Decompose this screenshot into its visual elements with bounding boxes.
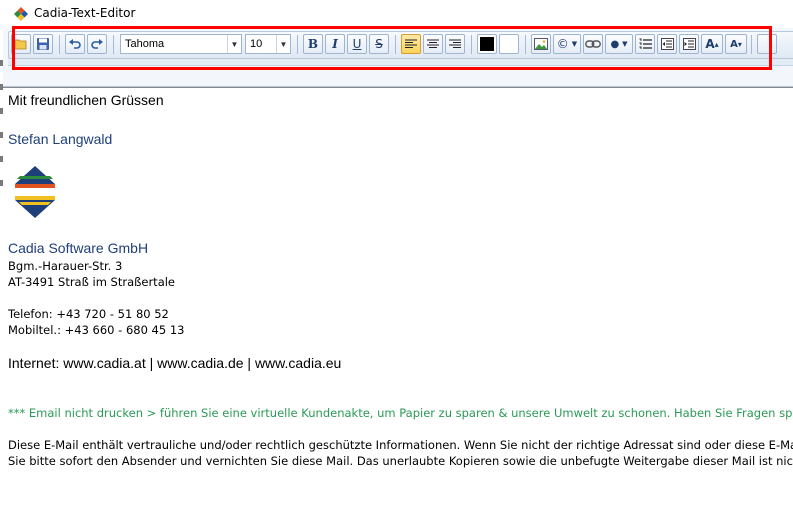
- toolbar-separator: [751, 35, 752, 54]
- font-grow-button[interactable]: A ▴: [701, 34, 723, 54]
- decrease-indent-button[interactable]: [657, 34, 677, 54]
- increase-indent-button[interactable]: [679, 34, 699, 54]
- strikethrough-button[interactable]: S: [369, 34, 389, 54]
- address-city: AT-3491 Straß im Straßertale: [8, 275, 176, 289]
- font-name-select[interactable]: Tahoma ▼: [120, 34, 242, 54]
- internet-line: Internet: www.cadia.at | www.cadia.de | …: [8, 355, 342, 371]
- title-bar[interactable]: Cadia-Text-Editor: [0, 0, 793, 28]
- floppy-disk-icon: [37, 38, 49, 50]
- font-shrink-button[interactable]: A ▾: [725, 34, 747, 54]
- undo-icon: [69, 39, 81, 49]
- chevron-down-icon: ▼: [571, 40, 578, 48]
- align-center-button[interactable]: [423, 34, 443, 54]
- small-dot-icon: ▴: [714, 39, 719, 49]
- insert-image-button[interactable]: [531, 34, 551, 54]
- text-color-swatch: [480, 37, 494, 51]
- toolbar-separator: [471, 35, 472, 54]
- toolbar-separator: [297, 35, 298, 54]
- toolbar-separator: [113, 35, 114, 54]
- copyright-icon: ©: [556, 37, 569, 51]
- font-size-value: 10: [250, 38, 263, 50]
- indent-icon: [682, 38, 696, 50]
- insert-link-button[interactable]: [583, 34, 603, 54]
- numbered-list-icon: [639, 38, 652, 49]
- phone-line: Telefon: +43 720 - 51 80 52: [8, 307, 169, 321]
- disclaimer-line-1: Diese E-Mail enthält vertrauliche und/od…: [8, 438, 793, 452]
- toolbar-separator: [525, 35, 526, 54]
- secondary-toolbar: [8, 59, 793, 66]
- font-size-select[interactable]: 10 ▼: [245, 34, 291, 54]
- signature-name: Stefan Langwald: [8, 131, 113, 147]
- outdent-icon: [660, 38, 674, 50]
- link-icon: [585, 40, 601, 48]
- italic-button[interactable]: I: [325, 34, 345, 54]
- bullet-style-button[interactable]: ● ▼: [605, 34, 633, 54]
- image-icon: [534, 38, 548, 50]
- bullet-icon: ●: [610, 38, 620, 50]
- company-name: Cadia Software GmbH: [8, 240, 149, 256]
- disclaimer-line-2: Sie bitte sofort den Absender und vernic…: [8, 454, 793, 468]
- undo-button[interactable]: [65, 34, 85, 54]
- open-button[interactable]: [11, 34, 31, 54]
- underline-button[interactable]: U: [347, 34, 367, 54]
- chevron-down-icon[interactable]: ▼: [227, 35, 241, 53]
- app-icon: [14, 7, 28, 21]
- address-street: Bgm.-Harauer-Str. 3: [8, 259, 123, 273]
- toolbar-area: Tahoma ▼ 10 ▼ B I U S © ▼ ● ▼ A ▴ A ▾: [3, 28, 793, 87]
- company-logo: [15, 166, 55, 218]
- toolbar-separator: [395, 35, 396, 54]
- font-grow-icon: A: [705, 37, 715, 51]
- font-name-value: Tahoma: [125, 38, 165, 50]
- align-left-button[interactable]: [401, 34, 421, 54]
- align-right-icon: [449, 39, 461, 48]
- highlight-color-swatch: [502, 37, 516, 51]
- font-shrink-icon: A: [730, 38, 738, 50]
- save-button[interactable]: [33, 34, 53, 54]
- window-title: Cadia-Text-Editor: [34, 6, 136, 20]
- folder-open-icon: [14, 39, 27, 50]
- text-color-button[interactable]: [477, 34, 497, 54]
- document-editor[interactable]: Mit freundlichen Grüssen Stefan Langwald…: [3, 87, 793, 509]
- overflow-button[interactable]: [757, 34, 777, 54]
- greeting-line: Mit freundlichen Grüssen: [8, 92, 164, 108]
- chevron-down-icon[interactable]: ▼: [276, 35, 290, 53]
- eco-note: *** Email nicht drucken > führen Sie ein…: [8, 406, 793, 420]
- bold-button[interactable]: B: [303, 34, 323, 54]
- redo-button[interactable]: [87, 34, 107, 54]
- chevron-down-icon: ▼: [622, 40, 628, 48]
- insert-symbol-button[interactable]: © ▼: [553, 34, 581, 54]
- small-dot-icon: ▾: [737, 39, 742, 49]
- numbered-list-button[interactable]: [635, 34, 655, 54]
- redo-icon: [91, 39, 103, 49]
- toolbar-separator: [59, 35, 60, 54]
- mobile-line: Mobiltel.: +43 660 - 680 45 13: [8, 323, 185, 337]
- highlight-color-button[interactable]: [499, 34, 519, 54]
- align-left-icon: [405, 39, 417, 48]
- align-center-icon: [427, 39, 439, 48]
- align-right-button[interactable]: [445, 34, 465, 54]
- formatting-toolbar: Tahoma ▼ 10 ▼ B I U S © ▼ ● ▼ A ▴ A ▾: [8, 31, 793, 59]
